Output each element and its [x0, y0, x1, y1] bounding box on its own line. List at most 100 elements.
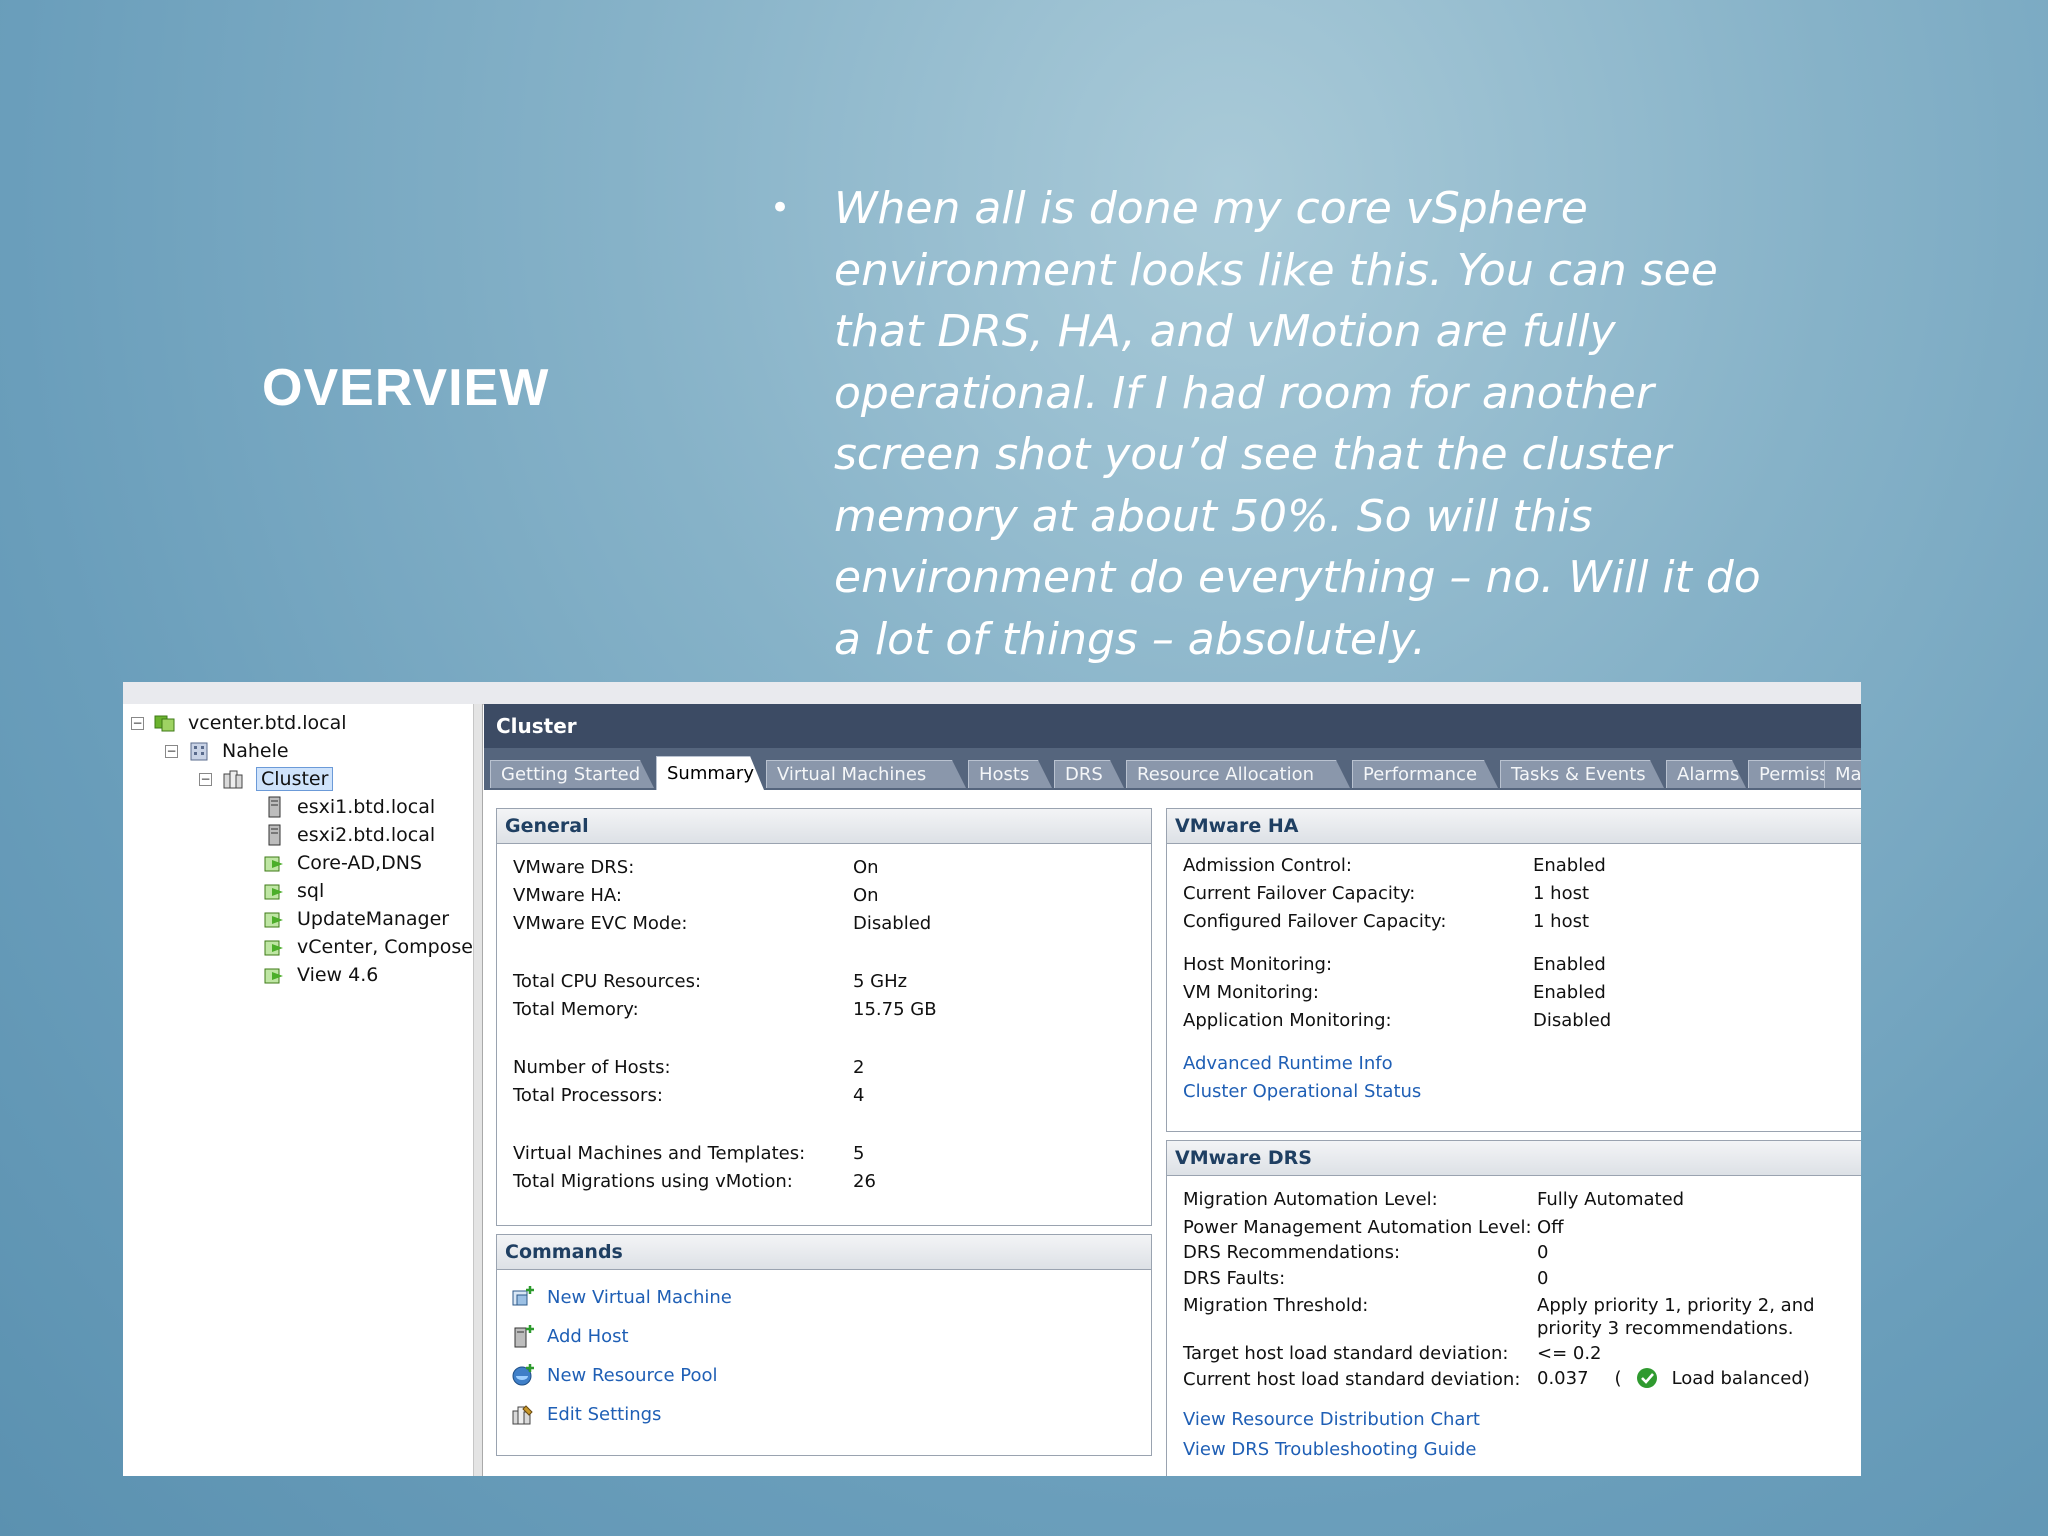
tab-resource-allocation[interactable]: Resource Allocation	[1126, 760, 1350, 788]
general-panel: General VMware DRS: On VMware HA: On VMw…	[496, 808, 1152, 1226]
cluster-icon	[223, 770, 243, 789]
tree-item-esxi2[interactable]: esxi2.btd.local	[263, 822, 435, 848]
drs-label: Migration Automation Level:	[1183, 1189, 1438, 1210]
command-label: Add Host	[547, 1325, 629, 1347]
general-label: Total Processors:	[513, 1085, 663, 1106]
new-vm-icon	[512, 1286, 534, 1306]
collapse-icon[interactable]: −	[165, 744, 178, 758]
collapse-icon[interactable]: −	[131, 716, 144, 730]
vm-icon	[264, 940, 283, 956]
tab-alarms[interactable]: Alarms	[1666, 760, 1746, 788]
pane-splitter[interactable]	[473, 704, 483, 1476]
view-resource-distribution-chart-link[interactable]: View Resource Distribution Chart	[1183, 1409, 1480, 1430]
drs-value: Fully Automated	[1537, 1189, 1685, 1210]
vm-icon	[264, 856, 283, 872]
main-header: Cluster	[484, 704, 1861, 748]
drs-value: Apply priority 1, priority 2, and	[1537, 1295, 1815, 1316]
drs-value: <= 0.2	[1537, 1343, 1602, 1364]
view-drs-troubleshooting-guide-link[interactable]: View DRS Troubleshooting Guide	[1183, 1439, 1477, 1460]
general-label: VMware HA:	[513, 885, 622, 906]
general-value: 5 GHz	[853, 971, 908, 992]
drs-value: Off	[1537, 1217, 1564, 1238]
ha-title: VMware HA	[1167, 809, 1861, 844]
drs-value: 0.037	[1537, 1367, 1589, 1389]
general-value: 2	[853, 1057, 865, 1078]
drs-value: 0	[1537, 1242, 1549, 1263]
tree-item-label: UpdateManager	[297, 908, 450, 930]
tree-item-label: View 4.6	[297, 964, 379, 986]
advanced-runtime-info-link[interactable]: Advanced Runtime Info	[1183, 1053, 1393, 1074]
bullet-text: When all is done my core vSphere environ…	[834, 183, 1761, 665]
collapse-icon[interactable]: −	[199, 772, 212, 786]
ha-label: Current Failover Capacity:	[1183, 883, 1416, 904]
tree-item-vcenter[interactable]: − vcenter.btd.local	[131, 710, 347, 736]
ha-value: 1 host	[1533, 883, 1590, 904]
general-label: Number of Hosts:	[513, 1057, 671, 1078]
drs-value: 0	[1537, 1268, 1549, 1289]
add-host-link[interactable]: Add Host	[511, 1324, 629, 1348]
command-label: Edit Settings	[547, 1403, 662, 1425]
host-icon	[268, 796, 281, 818]
general-label: Total Migrations using vMotion:	[513, 1171, 793, 1192]
tree-item-vm-sql[interactable]: sql	[263, 878, 324, 904]
edit-settings-icon	[512, 1405, 533, 1425]
tree-item-label: sql	[297, 880, 325, 902]
ha-value: Enabled	[1533, 855, 1606, 876]
tree-item-vm-view[interactable]: View 4.6	[263, 962, 378, 988]
tree-item-label: Core-AD,DNS	[297, 852, 422, 874]
ha-label: Application Monitoring:	[1183, 1010, 1392, 1031]
tab-virtual-machines[interactable]: Virtual Machines	[766, 760, 966, 788]
tab-hosts[interactable]: Hosts	[968, 760, 1052, 788]
tab-drs[interactable]: DRS	[1054, 760, 1124, 788]
datacenter-icon	[190, 742, 208, 761]
cluster-operational-status-link[interactable]: Cluster Operational Status	[1183, 1081, 1421, 1102]
general-value: Disabled	[853, 913, 932, 934]
status-open-paren: (	[1614, 1367, 1622, 1389]
tab-maps[interactable]: Maps	[1824, 760, 1861, 788]
tab-tasks-events[interactable]: Tasks & Events	[1500, 760, 1664, 788]
tree-item-label: esxi1.btd.local	[297, 796, 436, 818]
toolbar-strip	[123, 682, 1861, 705]
tree-item-vm-updatemanager[interactable]: UpdateManager	[263, 906, 449, 932]
resource-pool-icon	[512, 1364, 534, 1386]
ha-label: Host Monitoring:	[1183, 954, 1333, 975]
slide-title: OVERVIEW	[262, 359, 550, 417]
ha-value: Enabled	[1533, 982, 1606, 1003]
tab-summary[interactable]: Summary	[656, 756, 764, 790]
general-label: Virtual Machines and Templates:	[513, 1143, 806, 1164]
page-title: Cluster	[496, 714, 577, 738]
ha-label: Admission Control:	[1183, 855, 1352, 876]
tab-performance[interactable]: Performance	[1352, 760, 1498, 788]
tree-item-cluster[interactable]: − Cluster	[199, 766, 334, 792]
vm-icon	[264, 884, 283, 900]
commands-panel: Commands New Virtual Machine Add Host Ne…	[496, 1234, 1152, 1456]
general-label: Total Memory:	[513, 999, 639, 1020]
drs-label: Current host load standard deviation:	[1183, 1369, 1521, 1390]
general-value: On	[853, 857, 879, 878]
bullet-symbol: •	[770, 188, 791, 228]
tab-bar: Getting Started Summary Virtual Machines…	[484, 748, 1861, 790]
ha-value: 1 host	[1533, 911, 1590, 932]
add-host-icon	[514, 1325, 534, 1348]
general-label: VMware EVC Mode:	[513, 913, 688, 934]
tree-item-label: vCenter, Composer	[297, 936, 481, 958]
vmware-ha-panel: VMware HA Admission Control: Enabled Cur…	[1166, 808, 1861, 1132]
status-text: Load balanced)	[1671, 1367, 1810, 1389]
inventory-tree: − vcenter.btd.local − Nahele − Cluster e…	[123, 704, 481, 1476]
drs-load-status: 0.037 ( Load balanced)	[1537, 1367, 1810, 1389]
new-virtual-machine-link[interactable]: New Virtual Machine	[511, 1285, 732, 1309]
edit-settings-link[interactable]: Edit Settings	[511, 1402, 661, 1426]
tree-item-label: Cluster	[256, 767, 334, 791]
check-circle-icon	[1636, 1368, 1657, 1388]
bullet-point: • When all is done my core vSphere envir…	[770, 178, 1790, 670]
tree-item-vm-core-ad[interactable]: Core-AD,DNS	[263, 850, 422, 876]
tab-getting-started[interactable]: Getting Started	[490, 760, 654, 788]
ha-label: Configured Failover Capacity:	[1183, 911, 1447, 932]
new-resource-pool-link[interactable]: New Resource Pool	[511, 1363, 718, 1387]
drs-label: Target host load standard deviation:	[1183, 1343, 1509, 1364]
tree-item-vm-vcenter-composer[interactable]: vCenter, Composer	[263, 934, 481, 960]
drs-title: VMware DRS	[1167, 1141, 1861, 1176]
tree-item-esxi1[interactable]: esxi1.btd.local	[263, 794, 435, 820]
tree-item-nahele[interactable]: − Nahele	[165, 738, 289, 764]
vcenter-icon	[154, 715, 175, 732]
